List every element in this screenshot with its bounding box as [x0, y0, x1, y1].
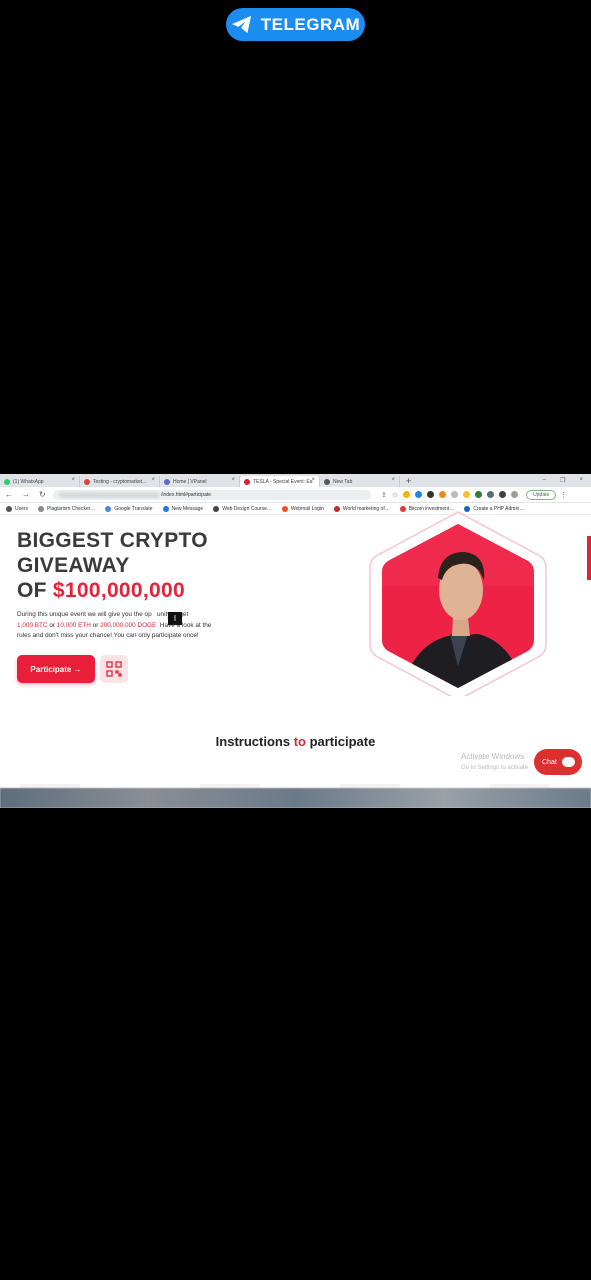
url-blurred-domain — [59, 491, 159, 498]
close-icon[interactable]: × — [391, 477, 395, 483]
chat-widget-button[interactable]: Chat — [534, 749, 582, 775]
bookmark-webmail[interactable]: Webmail Login — [281, 505, 324, 512]
qr-code-icon — [106, 661, 122, 677]
sidebar-icon[interactable] — [499, 491, 507, 498]
scroll-accent-bar — [587, 536, 591, 580]
new-tab-button[interactable]: + — [406, 476, 411, 486]
extension-icon[interactable] — [451, 491, 459, 498]
tab-vpanel[interactable]: Home | VPanel × — [160, 476, 240, 487]
tab-tesla[interactable]: TESLA - Special Event: Ea × — [240, 476, 320, 487]
telegram-label: TELEGRAM — [260, 14, 361, 34]
close-icon[interactable]: × — [231, 477, 235, 483]
tesla-icon — [244, 478, 250, 485]
extension-icon[interactable] — [475, 491, 483, 498]
extension-icon[interactable] — [415, 491, 423, 498]
star-icon[interactable]: ☆ — [392, 491, 398, 499]
minimize-icon[interactable]: – — [543, 477, 546, 484]
hero-description: During this unique event we will give yo… — [17, 611, 212, 639]
nav-buttons: ← → ↻ — [0, 490, 49, 499]
address-bar-row: ← → ↻ /index.html#participate ⇪ ☆ Update… — [0, 487, 591, 503]
web-page: BIGGEST CRYPTO GIVEAWAY OF $100,000,000 … — [0, 511, 591, 788]
hero-heading: BIGGEST CRYPTO GIVEAWAY OF $100,000,000 — [17, 529, 208, 602]
close-icon[interactable]: × — [71, 477, 75, 483]
reload-icon[interactable]: ↻ — [39, 490, 46, 499]
gmail-icon — [84, 478, 90, 485]
vpanel-icon — [164, 478, 170, 485]
telegram-button[interactable]: TELEGRAM — [226, 8, 365, 41]
url-field[interactable]: /index.html#participate — [53, 489, 371, 500]
close-icon[interactable]: × — [151, 477, 155, 483]
back-icon[interactable]: ← — [5, 490, 13, 499]
window-close-icon[interactable]: × — [579, 477, 583, 484]
text-cursor-icon: I — [168, 612, 182, 625]
chat-bubble-icon — [561, 757, 575, 767]
share-icon[interactable]: ⇪ — [381, 491, 387, 499]
extension-icons: ⇪ ☆ — [381, 491, 519, 499]
bookmark-users[interactable]: Users — [6, 505, 28, 512]
qr-code-button[interactable] — [100, 655, 128, 683]
maximize-icon[interactable]: ❐ — [560, 477, 565, 484]
activate-windows-watermark: Activate Windows Go to Settings to activ… — [461, 752, 529, 771]
puzzle-icon[interactable] — [487, 491, 495, 498]
metamask-icon[interactable] — [439, 491, 447, 498]
instructions-heading: Instructions to participate — [215, 734, 376, 749]
whatsapp-icon — [4, 478, 10, 485]
tab-gmail[interactable]: Testing - cryptomarket… × — [80, 476, 160, 487]
extension-icon[interactable] — [427, 491, 435, 498]
window-controls: – ❐ × — [543, 477, 591, 484]
update-button[interactable]: Update — [526, 489, 557, 500]
screen-capture: (1) WhatsApp × Testing - cryptomarket… × H… — [0, 474, 591, 808]
windows-taskbar — [0, 788, 591, 808]
forward-icon[interactable]: → — [22, 490, 30, 499]
close-icon[interactable]: × — [311, 477, 315, 483]
telegram-plane-icon — [231, 15, 253, 35]
hero-portrait — [368, 506, 548, 701]
extension-icon[interactable] — [403, 491, 411, 498]
bookmark-new-message[interactable]: New Message — [162, 505, 203, 512]
tab-new-tab[interactable]: New Tab × — [320, 476, 400, 487]
tab-whatsapp[interactable]: (1) WhatsApp × — [0, 476, 80, 487]
browser-tab-bar: (1) WhatsApp × Testing - cryptomarket… × H… — [0, 474, 591, 487]
bookmark-translate[interactable]: Google Translate — [105, 505, 153, 512]
url-path: /index.html#participate — [161, 491, 212, 498]
profile-icon[interactable] — [511, 491, 519, 498]
extension-icon[interactable] — [463, 491, 471, 498]
giveaway-amount: $100,000,000 — [52, 579, 185, 602]
bookmark-plagiarism[interactable]: Plagiarism Checker… — [38, 505, 95, 512]
participate-button[interactable]: Participate → — [17, 655, 95, 683]
chrome-icon — [324, 478, 330, 485]
bookmark-web-design[interactable]: Web Design Course… — [213, 505, 272, 512]
menu-icon[interactable]: ⋮ — [560, 491, 567, 499]
